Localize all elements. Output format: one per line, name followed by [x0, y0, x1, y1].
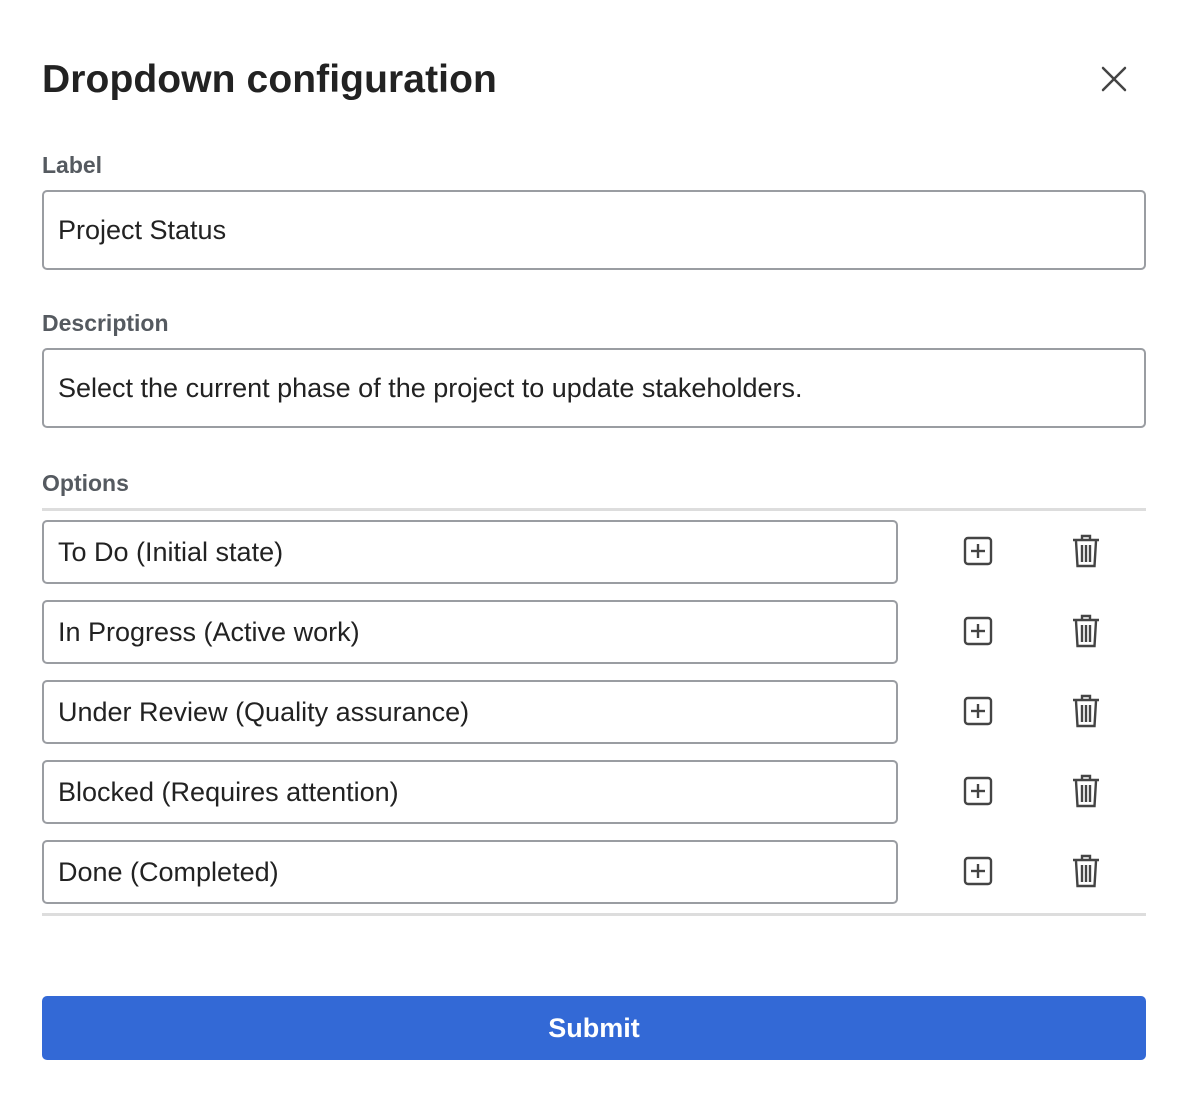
close-button[interactable]: [1094, 60, 1134, 100]
plus-square-icon: [963, 616, 993, 649]
add-option-button[interactable]: [958, 772, 998, 812]
option-input[interactable]: [42, 840, 898, 904]
option-row: [42, 680, 1146, 744]
delete-option-button[interactable]: [1066, 852, 1106, 892]
label-input[interactable]: [42, 190, 1146, 270]
description-field-label: Description: [42, 310, 169, 336]
delete-option-button[interactable]: [1066, 692, 1106, 732]
option-input[interactable]: [42, 520, 898, 584]
plus-square-icon: [963, 856, 993, 889]
option-row: [42, 600, 1146, 664]
dropdown-configuration-dialog: Dropdown configuration Label Description…: [0, 0, 1190, 1108]
trash-icon: [1072, 614, 1100, 651]
add-option-button[interactable]: [958, 692, 998, 732]
delete-option-button[interactable]: [1066, 772, 1106, 812]
description-input[interactable]: [42, 348, 1146, 428]
option-row: [42, 840, 1146, 904]
plus-square-icon: [963, 536, 993, 569]
option-input[interactable]: [42, 680, 898, 744]
trash-icon: [1072, 534, 1100, 571]
close-icon: [1101, 66, 1127, 95]
submit-button[interactable]: Submit: [42, 996, 1146, 1060]
option-input[interactable]: [42, 600, 898, 664]
trash-icon: [1072, 774, 1100, 811]
trash-icon: [1072, 854, 1100, 891]
add-option-button[interactable]: [958, 532, 998, 572]
option-input[interactable]: [42, 760, 898, 824]
options-label: Options: [42, 470, 129, 496]
option-row: [42, 520, 1146, 584]
delete-option-button[interactable]: [1066, 612, 1106, 652]
options-list: [42, 508, 1146, 916]
add-option-button[interactable]: [958, 612, 998, 652]
delete-option-button[interactable]: [1066, 532, 1106, 572]
dialog-title: Dropdown configuration: [42, 58, 497, 101]
add-option-button[interactable]: [958, 852, 998, 892]
trash-icon: [1072, 694, 1100, 731]
label-field-label: Label: [42, 152, 103, 178]
plus-square-icon: [963, 776, 993, 809]
option-row: [42, 760, 1146, 824]
plus-square-icon: [963, 696, 993, 729]
